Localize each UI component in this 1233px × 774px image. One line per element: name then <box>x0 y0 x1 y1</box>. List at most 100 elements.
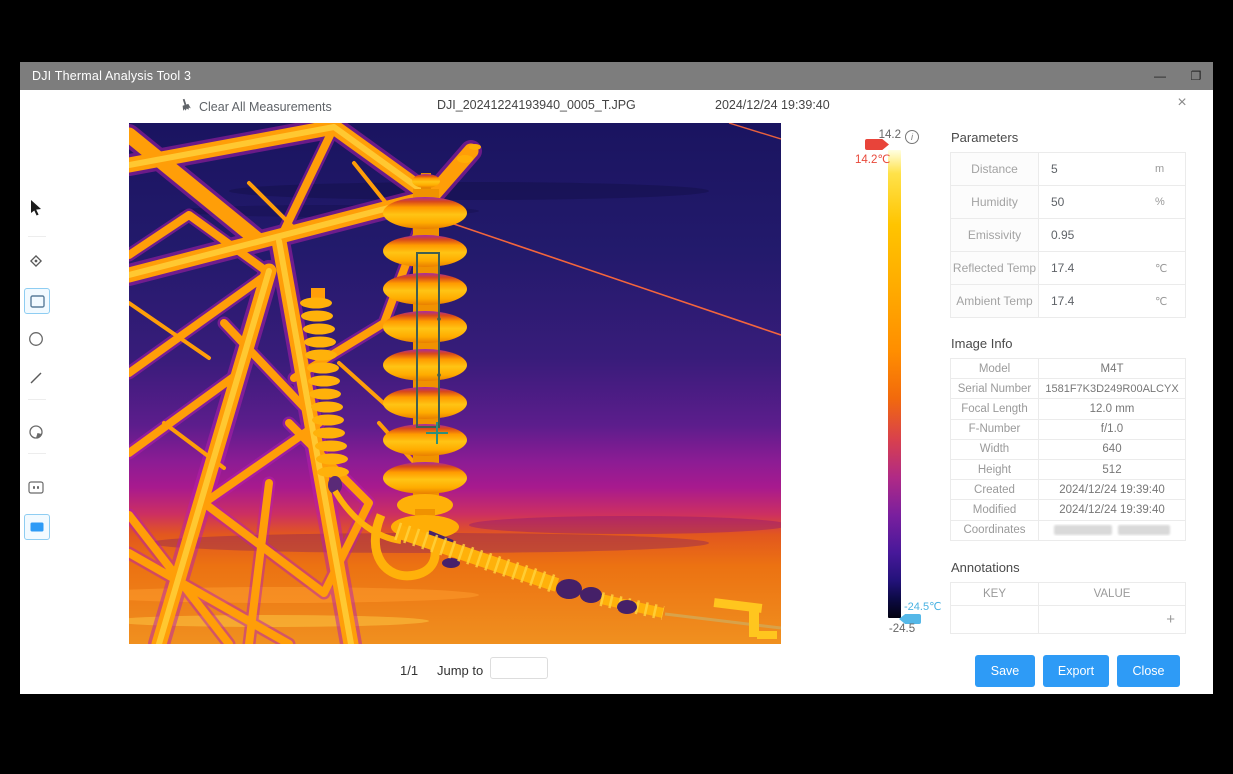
parameter-row: Ambient Temp 17.4 ℃ <box>951 285 1185 318</box>
info-row: Model M4T <box>951 359 1185 379</box>
rect-measure-tool-button[interactable] <box>24 288 50 314</box>
param-unit: ℃ <box>1155 262 1185 275</box>
info-label: Focal Length <box>951 399 1039 418</box>
minimize-icon[interactable]: — <box>1151 69 1169 83</box>
info-value: 2024/12/24 19:39:40 <box>1039 504 1185 516</box>
info-value: 640 <box>1039 443 1185 455</box>
info-row: F-Number f/1.0 <box>951 420 1185 440</box>
rail-divider <box>28 399 46 400</box>
annotations-empty-row: + <box>951 606 1185 633</box>
clear-all-measurements-button[interactable]: Clear All Measurements <box>178 96 332 117</box>
fill-view-tool-button[interactable] <box>24 514 50 540</box>
rail-divider <box>28 236 46 237</box>
info-label: Model <box>951 359 1039 378</box>
param-label: Reflected Temp <box>951 252 1039 284</box>
tool-rail <box>20 123 72 650</box>
parameter-row: Distance 5 m <box>951 153 1185 186</box>
pointer-icon <box>29 200 43 216</box>
palette-tool-button[interactable] <box>24 420 48 444</box>
param-label: Humidity <box>951 186 1039 218</box>
right-panel: Parameters Distance 5 m Humidity 50 % Em… <box>950 130 1184 634</box>
info-value: 512 <box>1039 464 1185 476</box>
spot-icon <box>28 253 44 269</box>
info-label: Modified <box>951 500 1039 519</box>
coordinates-redacted <box>1039 524 1185 536</box>
footer-bar: 1/1 Jump to Save Export Close <box>20 650 1213 694</box>
close-image-icon[interactable]: × <box>1172 94 1192 112</box>
info-label: Width <box>951 440 1039 459</box>
param-value[interactable]: 17.4 <box>1039 294 1155 308</box>
pixel-ratio-tool-button[interactable] <box>24 475 48 499</box>
info-label: Coordinates <box>951 521 1039 540</box>
param-value[interactable]: 0.95 <box>1039 228 1155 242</box>
window-title: DJI Thermal Analysis Tool 3 <box>32 69 191 83</box>
page-indicator: 1/1 <box>400 663 418 678</box>
image-info-title: Image Info <box>951 336 1184 351</box>
info-row: Focal Length 12.0 mm <box>951 399 1185 419</box>
export-button[interactable]: Export <box>1043 655 1109 687</box>
info-row: Height 512 <box>951 460 1185 480</box>
parameter-row: Reflected Temp 17.4 ℃ <box>951 252 1185 285</box>
info-row: Serial Number 1581F7K3D249R00ALCYX <box>951 379 1185 399</box>
jump-to-input[interactable] <box>490 657 548 679</box>
line-icon <box>29 371 43 385</box>
title-bar: DJI Thermal Analysis Tool 3 — ❐ <box>20 62 1213 90</box>
clear-all-label: Clear All Measurements <box>199 100 332 114</box>
info-row: Created 2024/12/24 19:39:40 <box>951 480 1185 500</box>
param-unit: % <box>1155 196 1185 208</box>
save-button[interactable]: Save <box>975 655 1035 687</box>
restore-icon[interactable]: ❐ <box>1187 69 1205 83</box>
param-label: Emissivity <box>951 219 1039 251</box>
info-value: 2024/12/24 19:39:40 <box>1039 484 1185 496</box>
param-value[interactable]: 5 <box>1039 162 1155 176</box>
current-filename: DJI_20241224193940_0005_T.JPG <box>437 98 636 112</box>
measurement-handle[interactable] <box>437 373 441 377</box>
thermal-image[interactable] <box>129 123 781 644</box>
line-measure-tool-button[interactable] <box>24 366 48 390</box>
rail-divider <box>28 453 46 454</box>
app-window: DJI Thermal Analysis Tool 3 — ❐ Clear Al… <box>20 62 1213 694</box>
parameters-title: Parameters <box>951 130 1184 145</box>
info-value: 1581F7K3D249R00ALCYX <box>1039 383 1185 395</box>
parameter-row: Humidity 50 % <box>951 186 1185 219</box>
value-column-header: VALUE <box>1039 588 1185 600</box>
temperature-colorbar <box>888 150 901 618</box>
annotations-header: KEY VALUE <box>951 583 1185 606</box>
annotation-key-cell[interactable] <box>951 606 1039 633</box>
annotations-table: KEY VALUE + <box>950 582 1186 634</box>
info-label: F-Number <box>951 420 1039 439</box>
spot-tool-button[interactable] <box>24 249 48 273</box>
param-value[interactable]: 17.4 <box>1039 261 1155 275</box>
info-value: 12.0 mm <box>1039 403 1185 415</box>
info-label: Created <box>951 480 1039 499</box>
max-temp-label: 14.2℃ <box>855 152 901 166</box>
pointer-tool-button[interactable] <box>24 196 48 220</box>
ellipse-measure-tool-button[interactable] <box>24 327 48 351</box>
circle-icon <box>28 331 44 347</box>
palette-icon <box>28 424 44 440</box>
broom-icon <box>178 98 193 116</box>
one-to-one-icon <box>28 481 44 494</box>
close-button[interactable]: Close <box>1117 655 1180 687</box>
info-row: Coordinates <box>951 521 1185 541</box>
jump-to-label: Jump to <box>437 663 483 678</box>
info-row: Modified 2024/12/24 19:39:40 <box>951 500 1185 520</box>
top-toolbar: Clear All Measurements DJI_2024122419394… <box>20 90 1213 123</box>
info-label: Height <box>951 460 1039 479</box>
param-value[interactable]: 50 <box>1039 195 1155 209</box>
add-annotation-button[interactable]: + <box>1039 611 1185 628</box>
measurement-handle[interactable] <box>437 317 441 321</box>
info-icon[interactable]: i <box>905 130 919 144</box>
filled-rect-icon <box>29 521 45 533</box>
rectangle-icon <box>30 295 45 308</box>
info-value: M4T <box>1039 363 1185 375</box>
param-label: Ambient Temp <box>951 285 1039 317</box>
info-row: Width 640 <box>951 440 1185 460</box>
capture-datetime: 2024/12/24 19:39:40 <box>715 98 830 112</box>
colorbar-min-value: -24.5 <box>882 623 922 635</box>
min-temp-label: -24.5℃ <box>904 600 941 613</box>
image-info-table: Model M4T Serial Number 1581F7K3D249R00A… <box>950 358 1186 541</box>
key-column-header: KEY <box>951 583 1039 605</box>
param-unit: m <box>1155 163 1185 175</box>
parameters-table: Distance 5 m Humidity 50 % Emissivity 0.… <box>950 152 1186 318</box>
